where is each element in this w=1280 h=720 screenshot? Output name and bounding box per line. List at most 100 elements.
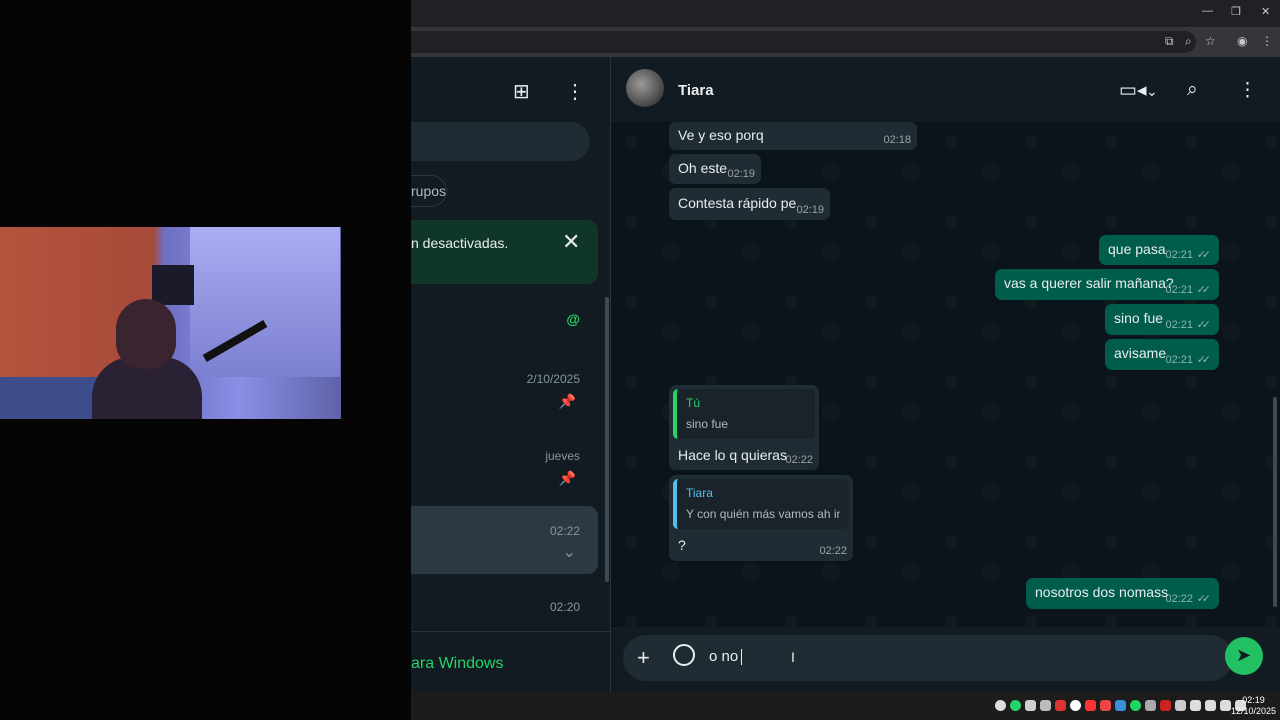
discord-tray-icon[interactable]: [1025, 700, 1036, 711]
divider: [411, 631, 610, 632]
message-text: avisame: [1114, 345, 1167, 361]
new-chat-icon[interactable]: ⊞: [513, 79, 530, 104]
tray-app-icon[interactable]: [1115, 700, 1126, 711]
chat-time: jueves: [545, 449, 580, 463]
browser-titlebar: — ❐ ✕: [411, 0, 1280, 27]
maximize-button[interactable]: ❐: [1231, 5, 1241, 18]
search-icon[interactable]: ⌕: [1187, 79, 1198, 101]
video-call-icon[interactable]: ▭◂: [1119, 79, 1147, 102]
browser-menu-icon[interactable]: ⋮: [1261, 34, 1273, 48]
clock-time: 02:19: [1242, 695, 1265, 705]
read-receipt-icon: ✓✓: [1196, 249, 1212, 261]
pin-icon: 📌: [558, 393, 576, 409]
message-time: 02:21: [1165, 284, 1193, 296]
sidebar-menu-icon[interactable]: ⋮: [565, 79, 585, 104]
clock-date: 12/10/2025: [1230, 706, 1276, 716]
read-receipt-icon: ✓✓: [1196, 319, 1212, 331]
chevron-down-icon[interactable]: ⌄: [563, 542, 576, 562]
chat-list-item-active[interactable]: 02:22 ⌄: [411, 506, 598, 574]
message-time: 02:21: [1165, 354, 1193, 366]
message-bubble-incoming[interactable]: Contesta rápido pe 02:19: [669, 188, 830, 220]
message-bubble-incoming-reply[interactable]: Tú sino fue Hace lo q quieras 02:22: [669, 385, 819, 470]
message-time: 02:21: [1165, 319, 1193, 331]
chat-list-item[interactable]: jueves 📌: [411, 437, 598, 505]
contact-name[interactable]: Tiara: [678, 82, 714, 99]
tray-app-icon[interactable]: [1160, 700, 1171, 711]
message-text: sino fue: [1114, 310, 1164, 326]
notifications-banner: n desactivadas. ✕: [411, 220, 598, 284]
message-bubble-outgoing[interactable]: sino fue 02:21 ✓✓: [1105, 304, 1219, 335]
message-bubble-outgoing[interactable]: vas a querer salir mañana? 02:21 ✓✓: [995, 269, 1219, 300]
chat-time: 2/10/2025: [526, 372, 580, 386]
quoted-text: Y con quién más vamos ah ir: [686, 507, 841, 521]
message-text: que pasa: [1108, 241, 1166, 257]
quoted-author: Tú: [686, 396, 701, 410]
message-bubble-incoming[interactable]: Oh este 02:19: [669, 154, 761, 184]
install-app-icon[interactable]: ⧉: [1165, 34, 1174, 49]
close-window-button[interactable]: ✕: [1261, 5, 1270, 18]
tray-app-icon[interactable]: [1055, 700, 1066, 711]
tray-app-icon[interactable]: [1070, 700, 1081, 711]
message-text: Hace lo q quieras: [678, 447, 787, 463]
message-bubble-outgoing[interactable]: avisame 02:21 ✓✓: [1105, 339, 1219, 370]
tray-app-icon[interactable]: [1040, 700, 1051, 711]
quoted-message[interactable]: Tiara Y con quién más vamos ah ir: [673, 479, 849, 529]
read-receipt-icon: ✓✓: [1196, 593, 1212, 605]
conversation-scrollbar[interactable]: [1273, 397, 1277, 607]
whatsapp-app: ⊞ ⋮ rupos n desactivadas. ✕ @ 2/10/2025 …: [411, 57, 1280, 693]
search-input[interactable]: [411, 122, 590, 161]
profile-icon[interactable]: ◉: [1237, 34, 1247, 48]
sidebar-scrollbar[interactable]: [605, 297, 609, 582]
chat-time: 02:22: [549, 524, 580, 538]
tray-app-icon[interactable]: [1175, 700, 1186, 711]
message-composer: + o no I ➤: [611, 627, 1280, 693]
bookmark-star-icon[interactable]: ☆: [1205, 34, 1216, 48]
message-time: 02:22: [785, 454, 813, 466]
message-bubble-incoming[interactable]: Ve y eso porq 02:18: [669, 122, 917, 150]
address-bar[interactable]: [411, 31, 1196, 53]
conversation-panel: Tiara ▭◂ ⌄ ⌕ ⋮ Ve y eso porq 02:18 Oh es…: [611, 57, 1280, 693]
battery-icon[interactable]: [1190, 700, 1201, 711]
attach-plus-icon[interactable]: +: [637, 645, 650, 671]
message-time: 02:18: [883, 134, 911, 146]
browser-toolbar: ⧉ ⌕ ☆ ◉ ⋮: [411, 27, 1280, 57]
network-icon[interactable]: [1220, 700, 1231, 711]
message-text: Contesta rápido pe: [678, 195, 797, 211]
conversation-header: Tiara ▭◂ ⌄ ⌕ ⋮: [611, 57, 1280, 122]
quoted-author: Tiara: [686, 486, 713, 500]
notice-text: n desactivadas.: [411, 235, 509, 251]
avatar[interactable]: [626, 69, 664, 107]
chevron-down-icon[interactable]: ⌄: [1146, 83, 1158, 100]
message-text: nosotros dos nomass: [1035, 584, 1169, 600]
message-time: 02:21: [1165, 249, 1193, 261]
quoted-message[interactable]: Tú sino fue: [673, 389, 815, 439]
minimize-button[interactable]: —: [1202, 5, 1213, 17]
spotify-tray-icon[interactable]: [1130, 700, 1141, 711]
tray-app-icon[interactable]: [1085, 700, 1096, 711]
sticker-icon[interactable]: [673, 644, 695, 666]
zoom-icon[interactable]: ⌕: [1185, 34, 1192, 49]
message-bubble-outgoing[interactable]: que pasa 02:21 ✓✓: [1099, 235, 1219, 265]
get-windows-app-link[interactable]: ara Windows: [411, 655, 503, 673]
conversation-menu-icon[interactable]: ⋮: [1238, 79, 1257, 102]
message-text: vas a querer salir mañana?: [1004, 275, 1174, 291]
webcam-monitor: [152, 265, 194, 305]
filter-chip-groups[interactable]: rupos: [411, 175, 447, 207]
message-input-text[interactable]: o no: [709, 648, 743, 666]
close-notice-icon[interactable]: ✕: [562, 229, 580, 255]
steam-tray-icon[interactable]: [1145, 700, 1156, 711]
message-text: Ve y eso porq: [678, 127, 764, 143]
message-bubble-incoming-reply[interactable]: Tiara Y con quién más vamos ah ir ? 02:2…: [669, 475, 853, 561]
chat-list-item[interactable]: 02:20: [411, 582, 598, 632]
message-bubble-outgoing[interactable]: nosotros dos nomass 02:22 ✓✓: [1026, 578, 1219, 609]
whatsapp-tray-icon[interactable]: [1010, 700, 1021, 711]
quoted-text: sino fue: [686, 417, 729, 431]
taskbar-clock[interactable]: 02:19 12/10/2025: [1231, 695, 1276, 717]
tray-app-icon[interactable]: [1100, 700, 1111, 711]
microphone-icon[interactable]: [1205, 700, 1216, 711]
send-button[interactable]: ➤: [1225, 637, 1263, 675]
tray-app-icon[interactable]: [995, 700, 1006, 711]
chat-list-item[interactable]: 2/10/2025 📌: [411, 357, 598, 427]
message-time: 02:22: [819, 545, 847, 557]
chat-list-item[interactable]: @: [411, 297, 598, 357]
